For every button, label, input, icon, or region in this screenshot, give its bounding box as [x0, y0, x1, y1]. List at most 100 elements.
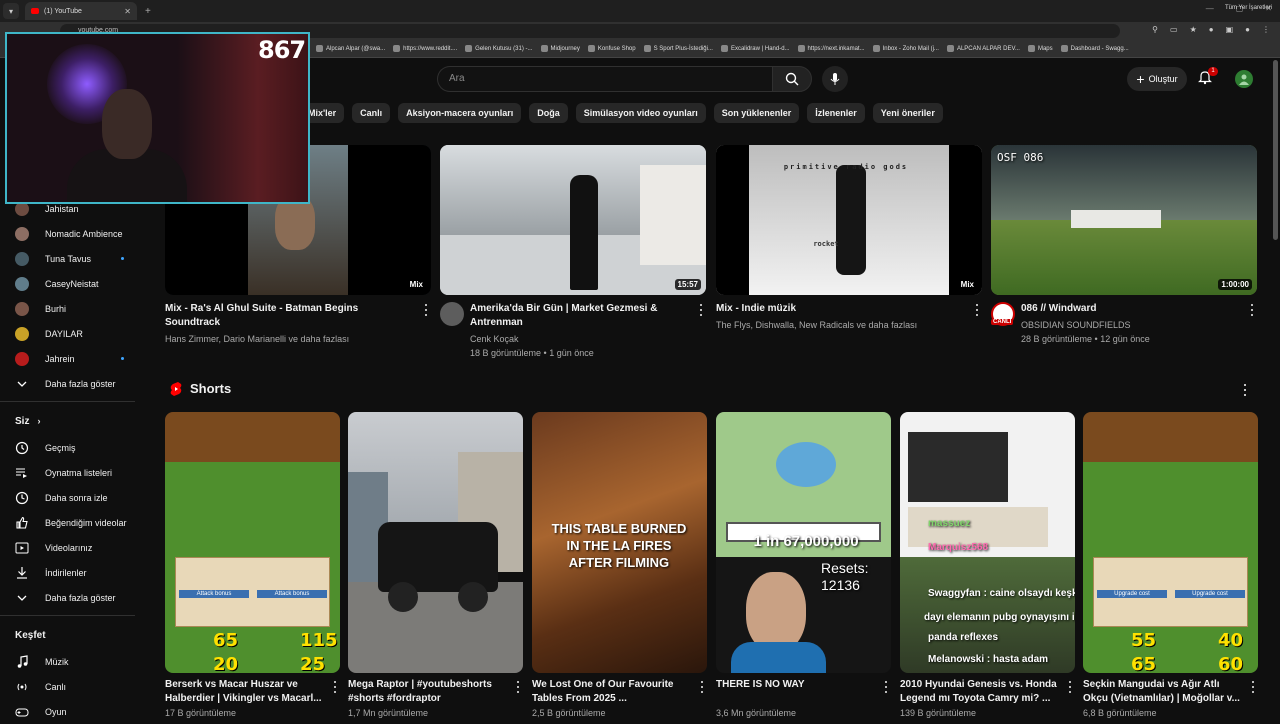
- subscription-item[interactable]: Tuna Tavus: [0, 246, 150, 271]
- subscription-item[interactable]: Nomadic Ambience: [0, 221, 150, 246]
- bookmark-item[interactable]: ALPCAN ALPAR DEV...: [946, 45, 1020, 52]
- bookmark-item[interactable]: Gelen Kutusu (31) -...: [465, 45, 533, 52]
- bookmark-star-icon[interactable]: ★: [1190, 25, 1197, 34]
- video-thumbnail[interactable]: primitive radio gods rocket Mix: [716, 145, 982, 295]
- short-title[interactable]: Mega Raptor | #youtubeshorts #shorts #fo…: [348, 678, 523, 706]
- video-thumbnail[interactable]: 15:57: [440, 145, 706, 295]
- bookmark-item[interactable]: https://next.inkamat...: [797, 45, 865, 52]
- you-item[interactable]: İndirilenler: [0, 560, 150, 585]
- video-card[interactable]: OSF 086 1:00:00 CANLI 086 // Windward OBSIDI…: [991, 145, 1257, 346]
- subscription-item[interactable]: Burhi: [0, 296, 150, 321]
- short-menu-icon[interactable]: [881, 680, 891, 694]
- short-menu-icon[interactable]: [1065, 680, 1075, 694]
- short-card[interactable]: massuez Marquisz568 Swaggyfan : caine olsa…: [900, 412, 1075, 720]
- video-title[interactable]: Mix - Indie müzik: [716, 302, 966, 316]
- video-menu-icon[interactable]: [972, 303, 982, 317]
- short-thumbnail[interactable]: [348, 412, 523, 673]
- short-title[interactable]: THERE IS NO WAY: [716, 678, 891, 706]
- new-tab-icon[interactable]: +: [145, 6, 151, 17]
- video-title[interactable]: Mix - Ra's Al Ghul Suite - Batman Begins…: [165, 302, 415, 330]
- short-menu-icon[interactable]: [330, 680, 340, 694]
- video-card[interactable]: primitive radio gods rocket Mix Mix - Indie…: [716, 145, 982, 332]
- filter-chip[interactable]: Aksiyon-macera oyunları: [398, 103, 522, 123]
- short-title[interactable]: 2010 Hyundai Genesis vs. Honda Legend mı…: [900, 678, 1075, 706]
- bookmark-item[interactable]: Konfuse Shop: [587, 45, 636, 52]
- filter-chip[interactable]: Yeni öneriler: [872, 103, 943, 123]
- explore-item[interactable]: Müzik: [0, 649, 150, 674]
- bookmark-item[interactable]: https://www.reddit....: [393, 45, 457, 52]
- tab-search-button[interactable]: ▾: [3, 3, 19, 19]
- channel-avatar[interactable]: [440, 302, 464, 326]
- filter-chip[interactable]: Doğa: [529, 103, 568, 123]
- video-menu-icon[interactable]: [1247, 303, 1257, 317]
- subscription-item[interactable]: Jahrein: [0, 346, 150, 371]
- filter-chip[interactable]: Son yüklenenler: [713, 103, 800, 123]
- extensions-puzzle-icon[interactable]: ▣: [1226, 25, 1234, 34]
- video-title-line2[interactable]: Antrenman: [470, 316, 690, 330]
- video-menu-icon[interactable]: [421, 303, 431, 317]
- video-menu-icon[interactable]: [696, 303, 706, 317]
- you-section-heading[interactable]: Siz ›: [0, 407, 150, 435]
- you-item[interactable]: Videolarınız: [0, 535, 150, 560]
- short-title[interactable]: Seçkin Mangudai vs Ağır Atlı Okçu (Vietn…: [1083, 678, 1258, 706]
- shorts-menu-icon[interactable]: [1240, 383, 1250, 397]
- all-bookmarks-link[interactable]: Tüm Yer İşaretleri: [1225, 5, 1272, 11]
- short-menu-icon[interactable]: [697, 680, 707, 694]
- video-thumbnail[interactable]: OSF 086 1:00:00: [991, 145, 1257, 295]
- subscription-item[interactable]: DAYILAR: [0, 321, 150, 346]
- profile-icon[interactable]: ●: [1245, 25, 1250, 34]
- short-thumbnail[interactable]: Upgrade cost Upgrade cost 55 40 65 60: [1083, 412, 1258, 673]
- filter-chip[interactable]: İzlenenler: [807, 103, 865, 123]
- search-input[interactable]: Ara: [437, 66, 772, 92]
- bookmark-item[interactable]: Alpcan Alpar (@swa...: [316, 45, 385, 52]
- short-card[interactable]: Attack bonus Attack bonus 65 115 20 25 Berserk…: [165, 412, 340, 720]
- explore-item[interactable]: Canlı: [0, 674, 150, 699]
- video-title[interactable]: Amerika'da Bir Gün | Market Gezmesi &: [470, 302, 690, 316]
- short-card[interactable]: Upgrade cost Upgrade cost 55 40 65 60 Seçkin M…: [1083, 412, 1258, 720]
- channel-name[interactable]: The Flys, Dishwalla, New Radicals ve dah…: [716, 318, 966, 332]
- you-item[interactable]: Geçmiş: [0, 435, 150, 460]
- you-item[interactable]: Daha fazla göster: [0, 585, 150, 610]
- search-button[interactable]: [772, 66, 812, 92]
- show-more-subscriptions[interactable]: Daha fazla göster: [0, 371, 150, 396]
- short-card[interactable]: 1 in 67,000,000 Resets: 12136 THERE IS NO …: [716, 412, 891, 720]
- short-title[interactable]: Berserk vs Macar Huszar ve Halberdier | …: [165, 678, 340, 706]
- filter-chip[interactable]: Simülasyon video oyunları: [575, 103, 706, 123]
- close-tab-icon[interactable]: ✕: [124, 7, 131, 16]
- zoom-icon[interactable]: ⚲: [1152, 25, 1158, 34]
- subscription-item[interactable]: CaseyNeistat: [0, 271, 150, 296]
- voice-search-button[interactable]: [822, 66, 848, 92]
- create-button[interactable]: + Oluştur: [1127, 67, 1187, 91]
- you-item[interactable]: Oynatma listeleri: [0, 460, 150, 485]
- account-avatar[interactable]: [1235, 70, 1253, 88]
- bookmark-item[interactable]: S Sport Plus-İstediği...: [643, 45, 713, 52]
- bookmark-item[interactable]: Maps: [1027, 45, 1053, 52]
- extension-icon[interactable]: ●: [1209, 25, 1214, 34]
- short-menu-icon[interactable]: [1248, 680, 1258, 694]
- short-thumbnail[interactable]: Attack bonus Attack bonus 65 115 20 25: [165, 412, 340, 673]
- minimize-icon[interactable]: —: [1206, 4, 1214, 13]
- bookmark-item[interactable]: Excalidraw | Hand-d...: [720, 45, 790, 52]
- short-thumbnail[interactable]: 1 in 67,000,000 Resets: 12136: [716, 412, 891, 673]
- bookmark-item[interactable]: Midjourney: [540, 45, 580, 52]
- browser-menu-icon[interactable]: ⋮: [1262, 25, 1270, 34]
- explore-item[interactable]: Oyun: [0, 699, 150, 724]
- short-title[interactable]: We Lost One of Our Favourite Tables From…: [532, 678, 707, 706]
- channel-name[interactable]: Cenk Koçak: [470, 332, 690, 346]
- browser-tab[interactable]: (1) YouTube ✕: [25, 2, 137, 20]
- you-item[interactable]: Beğendiğim videolar: [0, 510, 150, 535]
- short-menu-icon[interactable]: [513, 680, 523, 694]
- channel-name[interactable]: Hans Zimmer, Dario Marianelli ve daha fa…: [165, 332, 415, 346]
- channel-name[interactable]: OBSIDIAN SOUNDFIELDS: [1021, 318, 1241, 332]
- short-card[interactable]: Mega Raptor | #youtubeshorts #shorts #fo…: [348, 412, 523, 720]
- video-card[interactable]: 15:57 Amerika'da Bir Gün | Market Gezmesi…: [440, 145, 706, 360]
- short-thumbnail[interactable]: THIS TABLE BURNED IN THE LA FIRES AFTER …: [532, 412, 707, 673]
- bookmark-item[interactable]: Inbox - Zoho Mail (j...: [872, 45, 939, 52]
- cast-icon[interactable]: ▭: [1170, 25, 1178, 34]
- you-item[interactable]: Daha sonra izle: [0, 485, 150, 510]
- short-card[interactable]: THIS TABLE BURNED IN THE LA FIRES AFTER …: [532, 412, 707, 720]
- video-title[interactable]: 086 // Windward: [1021, 302, 1241, 316]
- filter-chip[interactable]: Canlı: [352, 103, 391, 123]
- page-scrollbar[interactable]: [1273, 60, 1278, 240]
- bookmark-item[interactable]: Dashboard - Swagg...: [1060, 45, 1129, 52]
